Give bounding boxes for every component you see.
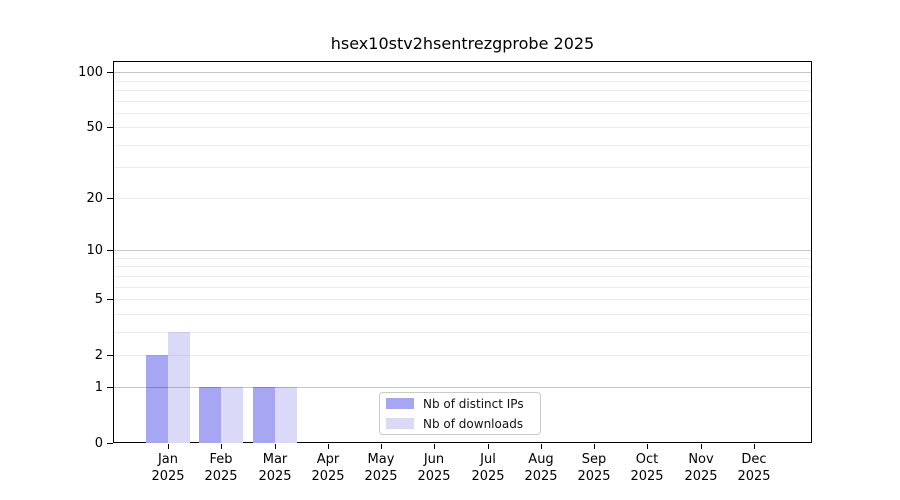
x-tick-mark-jun: [434, 444, 435, 449]
x-tick-mark-nov: [701, 444, 702, 449]
plot-area: [113, 61, 812, 443]
y-tick-label-1: 1: [94, 380, 103, 395]
y-tick-label-10: 10: [86, 243, 103, 258]
x-tick-mark-mar: [275, 444, 276, 449]
y-tick-label-5: 5: [94, 292, 103, 307]
x-tick-label-mar: Mar 2025: [258, 452, 292, 484]
x-tick-mark-feb: [221, 444, 222, 449]
x-tick-label-oct: Oct 2025: [630, 452, 664, 484]
x-tick-mark-jul: [488, 444, 489, 449]
x-tick-label-jun: Jun 2025: [417, 452, 451, 484]
x-tick-mark-sep: [594, 444, 595, 449]
x-tick-label-jan: Jan 2025: [151, 452, 185, 484]
legend-swatch-downloads-icon: [386, 418, 414, 429]
y-tick-label-20: 20: [86, 191, 103, 206]
legend-item-distinct-ips: Nb of distinct IPs: [386, 398, 534, 410]
legend-item-downloads: Nb of downloads: [386, 418, 534, 430]
x-tick-mark-may: [381, 444, 382, 449]
x-tick-mark-jan: [168, 444, 169, 449]
chart-figure: hsex10stv2hsentrezgprobe 2025 0 1 2 5 10 20 50…: [0, 0, 900, 500]
legend-label-distinct-ips: Nb of distinct IPs: [423, 396, 524, 411]
x-tick-label-aug: Aug 2025: [524, 452, 558, 484]
x-tick-mark-apr: [328, 444, 329, 449]
y-tick-mark-0: [107, 443, 113, 444]
chart-title: hsex10stv2hsentrezgprobe 2025: [330, 34, 595, 53]
x-tick-label-feb: Feb 2025: [204, 452, 238, 484]
y-tick-label-50: 50: [86, 120, 103, 135]
y-tick-label-2: 2: [94, 348, 103, 363]
x-tick-label-jul: Jul 2025: [471, 452, 505, 484]
x-tick-mark-oct: [647, 444, 648, 449]
x-tick-label-dec: Dec 2025: [737, 452, 771, 484]
y-tick-label-100: 100: [78, 65, 103, 80]
legend-swatch-distinct-ips-icon: [386, 398, 414, 409]
legend: Nb of distinct IPs Nb of downloads: [379, 392, 541, 435]
x-tick-mark-aug: [541, 444, 542, 449]
x-tick-label-nov: Nov 2025: [684, 452, 718, 484]
x-tick-label-apr: Apr 2025: [311, 452, 345, 484]
y-tick-label-0: 0: [94, 436, 103, 451]
x-tick-label-sep: Sep 2025: [577, 452, 611, 484]
x-tick-mark-dec: [754, 444, 755, 449]
x-tick-label-may: May 2025: [364, 452, 398, 484]
legend-label-downloads: Nb of downloads: [423, 416, 524, 431]
